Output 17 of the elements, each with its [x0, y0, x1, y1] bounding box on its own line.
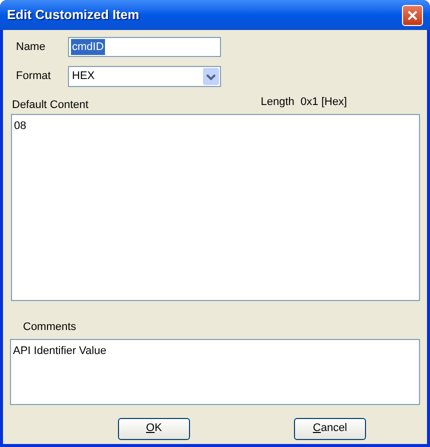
default-content-textarea[interactable]: 08: [11, 114, 420, 301]
window-title: Edit Customized Item: [7, 6, 140, 24]
format-label: Format: [15, 69, 52, 84]
name-value: cmdID: [71, 38, 105, 56]
name-field[interactable]: cmdID: [68, 37, 221, 57]
name-label: Name: [15, 40, 46, 55]
dialog-button[interactable]: OK: [118, 418, 190, 440]
comments-text: API Identifier Value: [13, 344, 106, 356]
dialog-button[interactable]: Cancel: [294, 418, 366, 440]
default-content-text: 08: [14, 120, 26, 132]
length-label: Length 0x1 [Hex]: [260, 94, 348, 110]
close-button[interactable]: [402, 4, 423, 26]
close-icon: [407, 10, 418, 20]
format-dropdown[interactable]: HEX: [68, 66, 221, 87]
comments-textarea[interactable]: API Identifier Value: [10, 338, 420, 404]
comments-label: Comments: [23, 320, 76, 335]
default-content-label: Default Content: [11, 98, 88, 112]
